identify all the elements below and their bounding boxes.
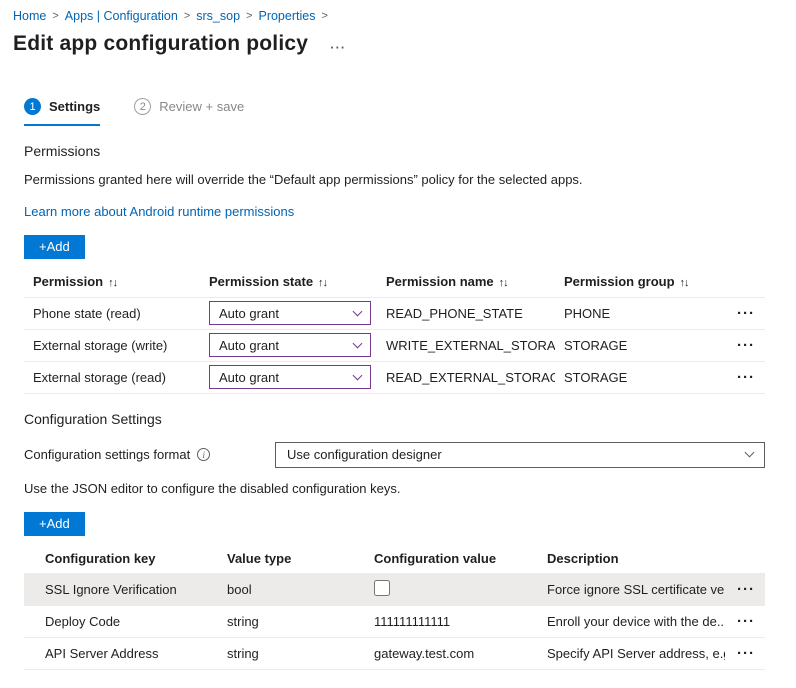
- column-label: Permission name: [386, 274, 494, 290]
- cell-description: Enroll your device with the de...: [538, 605, 725, 638]
- wizard-steps: 1 Settings 2 Review + save: [24, 98, 796, 126]
- table-row: Phone state (read) Auto grant READ_PHONE…: [24, 297, 765, 330]
- dropdown-value: Auto grant: [219, 337, 279, 353]
- breadcrumb-separator: >: [321, 10, 328, 22]
- configuration-format-row: Configuration settings format i Use conf…: [24, 441, 765, 468]
- cell-configuration-key: API Server Address: [24, 637, 218, 670]
- column-header-permission-state[interactable]: Permission state ↑↓: [200, 267, 377, 298]
- cell-configuration-key: SSL Ignore Verification: [24, 573, 218, 606]
- configuration-section-title: Configuration Settings: [24, 410, 162, 427]
- cell-permission: External storage (read): [24, 361, 200, 394]
- json-editor-note: Use the JSON editor to configure the dis…: [24, 480, 401, 496]
- row-context-menu-icon[interactable]: ···: [737, 337, 755, 354]
- cell-permission: Phone state (read): [24, 297, 200, 330]
- cell-permission-name: READ_PHONE_STATE: [377, 297, 555, 330]
- cell-configuration-value: gateway.test.com: [365, 637, 538, 670]
- column-header-configuration-value: Configuration value: [365, 543, 538, 574]
- cell-permission: External storage (write): [24, 329, 200, 362]
- cell-permission-group: STORAGE: [555, 329, 715, 362]
- configuration-value-checkbox[interactable]: [374, 580, 390, 596]
- column-header-permission[interactable]: Permission ↑↓: [24, 267, 200, 298]
- permissions-description: Permissions granted here will override t…: [24, 172, 583, 187]
- breadcrumb-item-home[interactable]: Home: [13, 9, 46, 23]
- column-header-menu: [715, 267, 765, 298]
- add-configuration-button[interactable]: +Add: [24, 511, 85, 536]
- cell-permission-group: STORAGE: [555, 361, 715, 394]
- cell-configuration-key: Deploy Code: [24, 605, 218, 638]
- chevron-down-icon: [352, 370, 363, 380]
- page-header: Edit app configuration policy ···: [0, 23, 796, 56]
- column-label: Permission: [33, 274, 104, 290]
- cell-permission-name: READ_EXTERNAL_STORAGE: [377, 361, 555, 394]
- row-context-menu-icon[interactable]: ···: [737, 305, 755, 322]
- configuration-header-row: Configuration key Value type Configurati…: [24, 543, 765, 574]
- configuration-format-label: Configuration settings format: [24, 447, 191, 462]
- more-options-icon[interactable]: ···: [330, 40, 346, 55]
- cell-value-type: string: [218, 605, 365, 638]
- tab-review-save[interactable]: 2 Review + save: [134, 98, 244, 126]
- breadcrumb-separator: >: [52, 10, 59, 22]
- step-number-badge: 1: [24, 98, 41, 115]
- dropdown-value: Use configuration designer: [287, 447, 442, 462]
- cell-description: Force ignore SSL certificate ver...: [538, 573, 725, 606]
- permissions-section-title: Permissions: [24, 143, 101, 159]
- row-context-menu-icon[interactable]: ···: [737, 645, 755, 662]
- cell-value-type: string: [218, 637, 365, 670]
- step-label: Settings: [49, 99, 101, 114]
- learn-more-link[interactable]: Learn more about Android runtime permiss…: [24, 204, 294, 219]
- column-header-value-type: Value type: [218, 543, 365, 574]
- step-number-badge: 2: [134, 98, 152, 115]
- dropdown-value: Auto grant: [219, 369, 279, 385]
- cell-permission-name: WRITE_EXTERNAL_STORAGE: [377, 329, 555, 362]
- breadcrumb-item-apps-configuration[interactable]: Apps | Configuration: [65, 9, 178, 23]
- column-header-menu: [725, 543, 765, 574]
- permissions-header-row: Permission ↑↓ Permission state ↑↓ Permissi…: [24, 267, 765, 298]
- dropdown-value: Auto grant: [219, 305, 279, 321]
- cell-permission-group: PHONE: [555, 297, 715, 330]
- table-row: External storage (read) Auto grant READ_…: [24, 361, 765, 394]
- column-label: Permission group: [564, 274, 675, 290]
- breadcrumb-separator: >: [183, 10, 191, 22]
- column-label: Permission state: [209, 274, 314, 290]
- breadcrumb-item-properties[interactable]: Properties: [258, 9, 315, 23]
- sort-icon: ↑↓: [318, 277, 328, 290]
- cell-description: Specify API Server address, e.g...: [538, 637, 725, 670]
- column-header-permission-name[interactable]: Permission name ↑↓: [377, 267, 555, 298]
- permission-state-dropdown[interactable]: Auto grant: [209, 365, 371, 389]
- row-context-menu-icon[interactable]: ···: [737, 613, 755, 630]
- breadcrumb: Home > Apps | Configuration > srs_sop > …: [0, 0, 796, 23]
- cell-value-type: bool: [218, 573, 365, 606]
- page-title: Edit app configuration policy: [13, 32, 309, 55]
- cell-configuration-value: 111111111111: [365, 605, 538, 638]
- permission-state-dropdown[interactable]: Auto grant: [209, 333, 371, 357]
- table-row: API Server Address string gateway.test.c…: [24, 637, 765, 670]
- row-context-menu-icon[interactable]: ···: [737, 581, 755, 598]
- column-header-permission-group[interactable]: Permission group ↑↓: [555, 267, 715, 298]
- chevron-down-icon: [352, 306, 363, 316]
- breadcrumb-item-srs-sop[interactable]: srs_sop: [196, 9, 240, 23]
- breadcrumb-separator: >: [246, 10, 253, 22]
- chevron-down-icon: [744, 447, 755, 458]
- sort-icon: ↑↓: [108, 277, 118, 290]
- column-header-configuration-key: Configuration key: [24, 543, 218, 574]
- sort-icon: ↑↓: [498, 277, 509, 290]
- table-row: External storage (write) Auto grant WRIT…: [24, 329, 765, 362]
- add-permission-button[interactable]: +Add: [24, 235, 85, 259]
- configuration-format-dropdown[interactable]: Use configuration designer: [275, 441, 765, 468]
- permission-state-dropdown[interactable]: Auto grant: [209, 301, 371, 325]
- table-row: SSL Ignore Verification bool Force ignor…: [24, 573, 765, 606]
- permissions-table: Permission ↑↓ Permission state ↑↓ Permissi…: [24, 267, 765, 394]
- configuration-table: Configuration key Value type Configurati…: [24, 543, 765, 670]
- table-row: Deploy Code string 111111111111 Enroll y…: [24, 605, 765, 638]
- chevron-down-icon: [352, 338, 363, 348]
- sort-icon: ↑↓: [679, 277, 690, 290]
- row-context-menu-icon[interactable]: ···: [737, 369, 755, 386]
- tab-settings[interactable]: 1 Settings: [24, 98, 101, 126]
- column-header-description: Description: [538, 543, 725, 574]
- info-icon[interactable]: i: [197, 448, 211, 461]
- step-label: Review + save: [159, 99, 245, 114]
